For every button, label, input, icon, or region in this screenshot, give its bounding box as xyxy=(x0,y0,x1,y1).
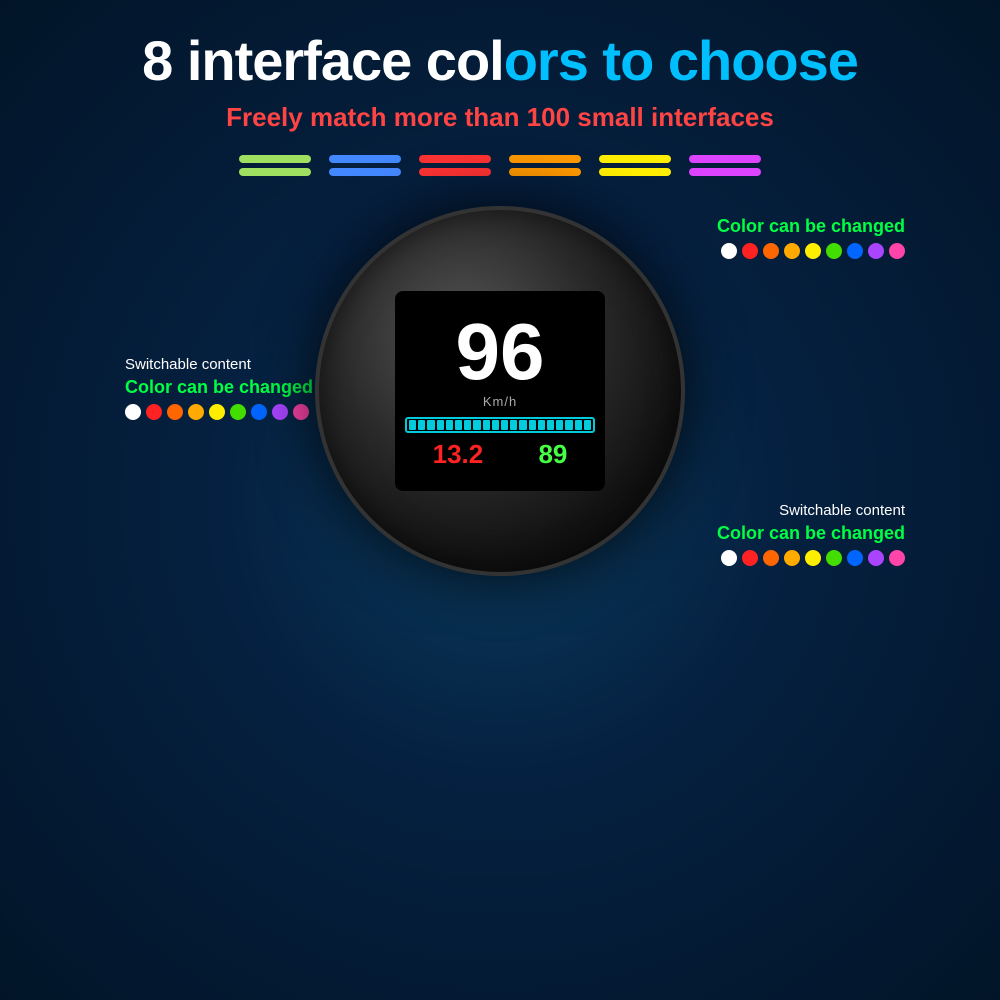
stats-row: 13.2 89 xyxy=(405,439,595,470)
progress-bar xyxy=(405,417,595,433)
dot-yellow-rb xyxy=(805,550,821,566)
dot-yellow-rt xyxy=(805,243,821,259)
right-switchable-label: Switchable content xyxy=(695,502,905,519)
title-colored: ors to choose xyxy=(504,29,858,92)
bar-group-orange xyxy=(509,155,581,176)
header-title: 8 interface colors to choose xyxy=(0,0,1000,92)
dot-orange-left xyxy=(167,404,183,420)
dot-red-rt xyxy=(742,243,758,259)
hud-device: 96 Km/h xyxy=(315,206,685,576)
dot-amber-left xyxy=(188,404,204,420)
dot-green-left xyxy=(230,404,246,420)
dot-orange-rb xyxy=(763,550,779,566)
left-dots-row xyxy=(125,404,315,420)
bar-pink-2 xyxy=(689,168,761,176)
dot-white-rb xyxy=(721,550,737,566)
dot-orange-rt xyxy=(763,243,779,259)
bar-group-pink xyxy=(689,155,761,176)
bar-group-yellow xyxy=(599,155,671,176)
bar-group-green xyxy=(239,155,311,176)
title-white: 8 interface col xyxy=(142,29,504,92)
dot-blue-left xyxy=(251,404,267,420)
dot-green-rb xyxy=(826,550,842,566)
page: 8 interface colors to choose Freely matc… xyxy=(0,0,1000,1000)
right-bottom-panel: Switchable content Color can be changed xyxy=(695,502,905,566)
right-top-color-label: Color can be changed xyxy=(695,216,905,237)
dot-pink-left xyxy=(293,404,309,420)
dot-purple-rb xyxy=(868,550,884,566)
speed-unit: Km/h xyxy=(483,394,517,409)
right-color-label: Color can be changed xyxy=(695,523,905,544)
bar-pink-1 xyxy=(689,155,761,163)
subtitle: Freely match more than 100 small interfa… xyxy=(0,102,1000,133)
dot-yellow-left xyxy=(209,404,225,420)
stat-left: 13.2 xyxy=(433,439,484,470)
dot-green-rt xyxy=(826,243,842,259)
dot-purple-left xyxy=(272,404,288,420)
stat-right: 89 xyxy=(538,439,567,470)
dot-white-rt xyxy=(721,243,737,259)
dot-amber-rt xyxy=(784,243,800,259)
bar-orange-2 xyxy=(509,168,581,176)
speed-display: 96 xyxy=(456,312,545,392)
dot-purple-rt xyxy=(868,243,884,259)
dot-pink-rb xyxy=(889,550,905,566)
dot-white-left xyxy=(125,404,141,420)
bar-green-2 xyxy=(239,168,311,176)
dot-pink-rt xyxy=(889,243,905,259)
color-bars-row xyxy=(0,155,1000,176)
left-switchable-label: Switchable content xyxy=(125,356,315,373)
dot-red-left xyxy=(146,404,162,420)
right-top-panel: Color can be changed xyxy=(695,216,905,259)
bar-red-1 xyxy=(419,155,491,163)
device-screen: 96 Km/h xyxy=(395,291,605,491)
device-wrapper: Color can be changed 96 Km/h xyxy=(315,206,685,576)
bar-yellow-2 xyxy=(599,168,671,176)
bar-orange-1 xyxy=(509,155,581,163)
right-top-dots-row xyxy=(695,243,905,259)
dot-blue-rt xyxy=(847,243,863,259)
right-bottom-dots-row xyxy=(695,550,905,566)
dot-amber-rb xyxy=(784,550,800,566)
bar-red-2 xyxy=(419,168,491,176)
bar-yellow-1 xyxy=(599,155,671,163)
left-color-label: Color can be changed xyxy=(125,377,315,398)
dot-red-rb xyxy=(742,550,758,566)
left-panel: Switchable content Color can be changed xyxy=(95,206,315,420)
dot-blue-rb xyxy=(847,550,863,566)
bar-green-1 xyxy=(239,155,311,163)
bar-blue-1 xyxy=(329,155,401,163)
bar-blue-2 xyxy=(329,168,401,176)
bar-group-blue xyxy=(329,155,401,176)
bar-group-red xyxy=(419,155,491,176)
